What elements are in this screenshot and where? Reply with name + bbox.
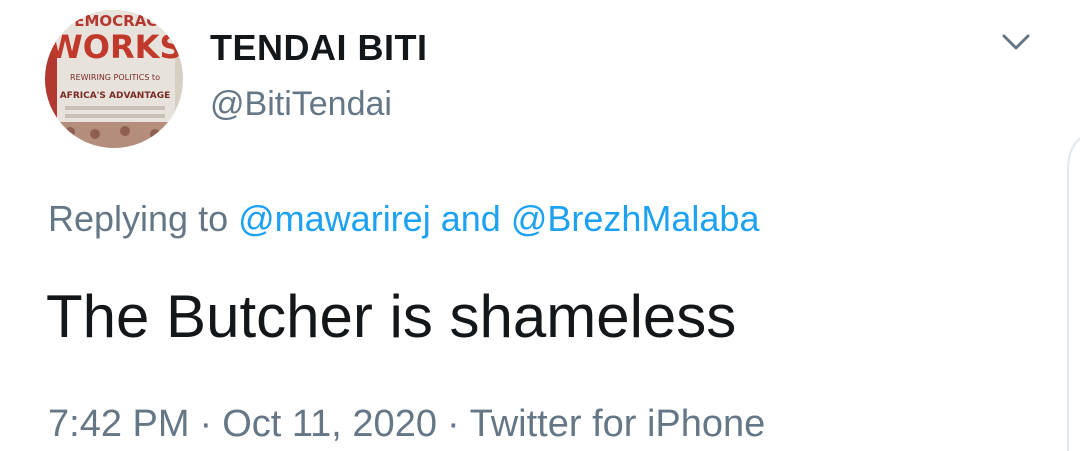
tweet-text: The Butcher is shameless — [46, 283, 737, 350]
replying-to-line: Replying to @mawarirej and @BrezhMalaba — [48, 198, 759, 240]
author-display-name[interactable]: TENDAI BITI — [210, 28, 428, 68]
meta-separator-2: · — [446, 403, 460, 445]
reply-mention-1[interactable]: @mawarirej — [238, 198, 431, 239]
reply-mention-2[interactable]: @BrezhMalaba — [511, 198, 760, 239]
tweet-date[interactable]: Oct 11, 2020 — [222, 403, 437, 445]
avatar-line4: AFRICA'S ADVANTAGE — [60, 91, 171, 101]
reply-conjunction[interactable]: and — [441, 198, 501, 239]
tweet-time[interactable]: 7:42 PM — [48, 403, 190, 445]
avatar[interactable]: DEMOCRACY WORKS REWIRING POLITICS to AFR… — [45, 10, 183, 148]
tweet-metadata: 7:42 PM · Oct 11, 2020 · Twitter for iPhone — [48, 402, 765, 446]
tweet-menu-button[interactable] — [996, 26, 1036, 58]
chevron-down-icon — [1002, 34, 1030, 50]
author-handle[interactable]: @BitiTendai — [210, 84, 392, 124]
avatar-line2: WORKS — [48, 28, 183, 66]
avatar-line3: REWIRING POLITICS to — [70, 73, 160, 82]
tweet-source[interactable]: Twitter for iPhone — [470, 403, 766, 445]
side-edge-decoration — [1067, 137, 1080, 451]
avatar-book-cover-image: DEMOCRACY WORKS REWIRING POLITICS to AFR… — [45, 10, 183, 148]
tweet-detail-screen: DEMOCRACY WORKS REWIRING POLITICS to AFR… — [0, 0, 1080, 451]
meta-separator-1: · — [199, 403, 213, 445]
replying-to-label: Replying to — [48, 198, 229, 239]
